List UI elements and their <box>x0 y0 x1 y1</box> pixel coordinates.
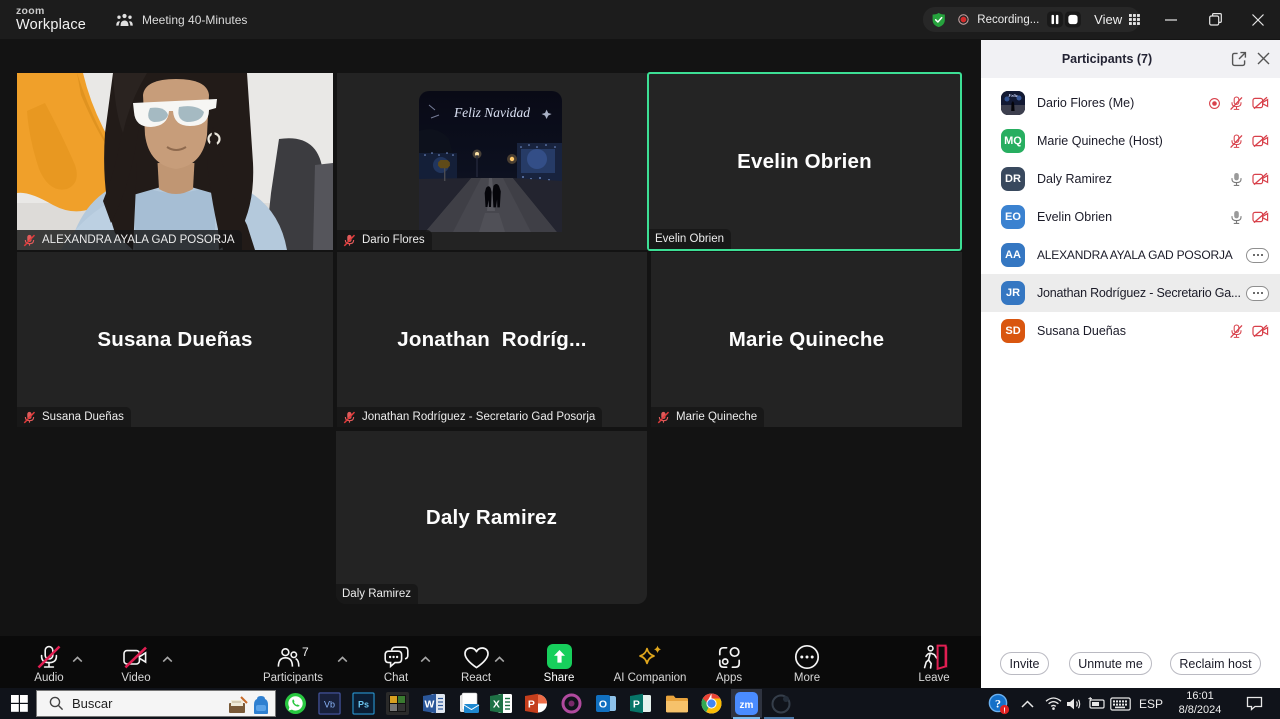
svg-text:Vb: Vb <box>324 700 335 710</box>
svg-text:!: ! <box>1003 707 1005 714</box>
svg-text:7: 7 <box>302 646 309 659</box>
svg-text:P: P <box>528 699 535 711</box>
svg-text:Feliz: Feliz <box>1008 93 1017 98</box>
svg-text:X: X <box>493 699 500 711</box>
svg-text:zm: zm <box>740 700 754 711</box>
svg-text:W: W <box>424 699 434 711</box>
svg-text:P: P <box>633 699 640 711</box>
svg-text:O: O <box>599 699 607 711</box>
svg-text:Feliz Navidad: Feliz Navidad <box>453 105 530 120</box>
svg-text:Ps: Ps <box>358 700 369 710</box>
